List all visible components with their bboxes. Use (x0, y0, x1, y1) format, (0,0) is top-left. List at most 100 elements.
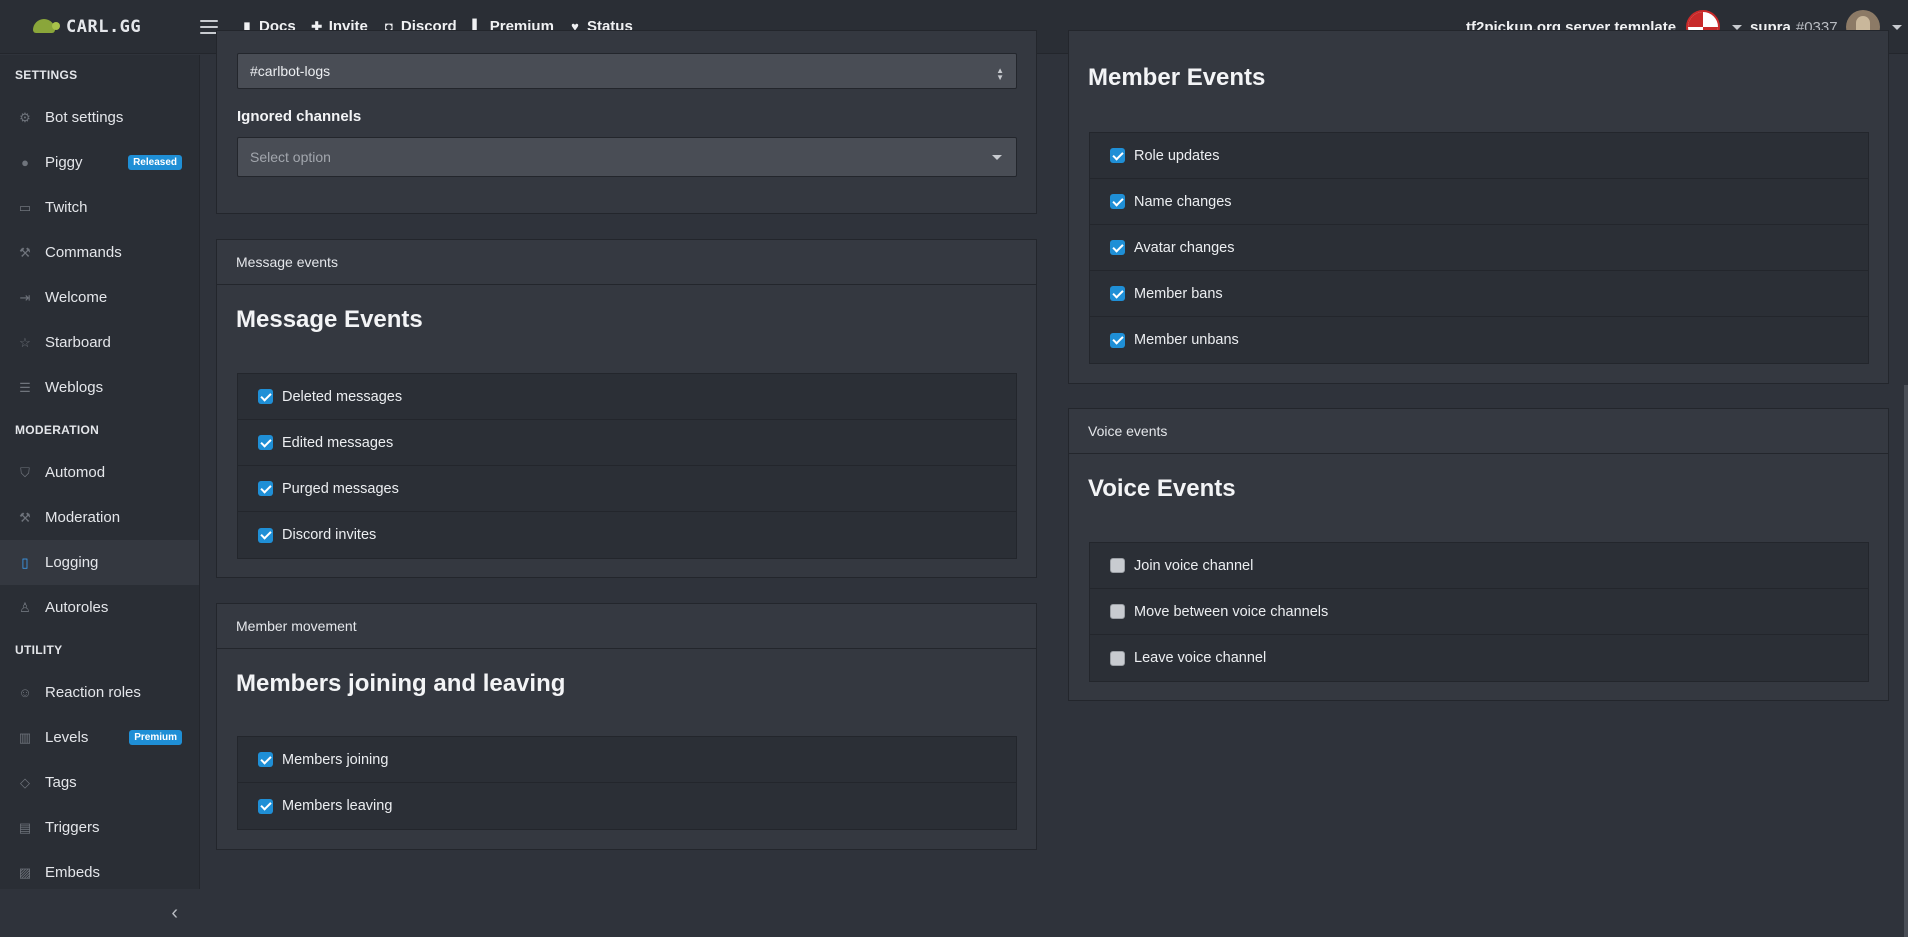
released-badge: Released (128, 155, 182, 170)
user-icon: ♙ (19, 599, 31, 615)
sidebar-item-label: Starboard (45, 334, 111, 351)
gear-icon: ⚙ (19, 109, 31, 125)
message-events-list: Deleted messages Edited messages Purged … (237, 373, 1017, 559)
ignored-channels-placeholder: Select option (250, 149, 331, 165)
checkbox-label: Members joining (282, 751, 389, 768)
member-events-list: Role updates Name changes Avatar changes… (1089, 132, 1869, 364)
panel-title: Message Events (236, 306, 423, 333)
logo-text: CARL.GG (66, 16, 142, 37)
checkbox-checked-icon (258, 527, 273, 543)
checkbox-label: Join voice channel (1134, 557, 1254, 574)
premium-badge: Premium (129, 730, 182, 745)
sign-in-icon: ⇥ (19, 289, 31, 305)
checkbox-unchecked-icon (1110, 604, 1125, 619)
sidebar-item-reaction-roles[interactable]: ☺ Reaction roles (0, 670, 199, 715)
panel-title: Voice Events (1088, 475, 1236, 502)
sidebar-item-automod[interactable]: ⛉ Automod (0, 450, 199, 495)
checkbox-deleted-messages[interactable]: Deleted messages (238, 374, 1016, 420)
sidebar-item-twitch[interactable]: ▭ Twitch (0, 185, 199, 230)
wrench-icon: ⚒ (19, 244, 31, 260)
comment-icon: ▤ (18, 819, 32, 835)
checkbox-label: Avatar changes (1134, 239, 1235, 256)
checkbox-avatar-changes[interactable]: Avatar changes (1090, 225, 1868, 271)
log-channel-value: #carlbot-logs (250, 63, 331, 79)
voice-events-panel: Voice events Voice Events Join voice cha… (1068, 408, 1889, 701)
checkbox-members-leaving[interactable]: Members leaving (238, 783, 1016, 829)
checkbox-label: Discord invites (282, 527, 377, 543)
checkbox-label: Role updates (1134, 147, 1220, 164)
checkbox-member-unbans[interactable]: Member unbans (1090, 317, 1868, 363)
message-events-panel: Message events Message Events Deleted me… (216, 239, 1037, 578)
shield-icon: ⛉ (20, 464, 30, 480)
sidebar-item-commands[interactable]: ⚒ Commands (0, 230, 199, 275)
chevron-down-icon (1732, 24, 1743, 30)
checkbox-label: Leave voice channel (1134, 650, 1267, 666)
checkbox-label: Member unbans (1134, 332, 1239, 348)
checkbox-checked-icon (1110, 240, 1125, 255)
checkbox-members-joining[interactable]: Members joining (238, 737, 1016, 783)
sidebar-item-label: Tags (45, 774, 77, 791)
checkbox-label: Move between voice channels (1134, 603, 1329, 620)
panel-header: Voice events (1069, 409, 1888, 454)
sort-arrows-icon: ▲ ▼ (996, 66, 1004, 82)
sidebar-item-label: Weblogs (45, 379, 104, 396)
twitch-icon: ▭ (18, 199, 32, 215)
checkbox-checked-icon (1110, 332, 1125, 348)
chevron-down-icon (1891, 24, 1902, 30)
sidebar: SETTINGS ⚙ Bot settings ● Piggy Released ▭ T… (0, 55, 200, 937)
piggy-bank-icon: ● (21, 155, 29, 170)
sidebar-section-settings: SETTINGS (15, 68, 78, 82)
carl-logo[interactable]: CARL.GG (30, 17, 160, 37)
checkbox-checked-icon (258, 435, 273, 450)
book-icon: ▯ (21, 554, 29, 570)
checkbox-label: Members leaving (282, 798, 393, 814)
sidebar-section-moderation: MODERATION (15, 423, 100, 437)
sidebar-item-bot-settings[interactable]: ⚙ Bot settings (0, 95, 199, 140)
sidebar-item-moderation[interactable]: ⚒ Moderation (0, 495, 199, 540)
sidebar-item-tags[interactable]: ◇ Tags (0, 760, 199, 805)
checkbox-join-voice-channel[interactable]: Join voice channel (1090, 543, 1868, 589)
checkbox-checked-icon (258, 752, 273, 767)
checkbox-discord-invites[interactable]: Discord invites (238, 512, 1016, 558)
bar-chart-icon: ▥ (18, 729, 32, 745)
checkbox-purged-messages[interactable]: Purged messages (238, 466, 1016, 512)
collapse-sidebar-button[interactable]: ‹ (0, 889, 200, 937)
log-channel-select[interactable]: #carlbot-logs ▲ ▼ (237, 53, 1017, 89)
panel-header: Message events (217, 240, 1036, 285)
checkbox-label: Edited messages (282, 434, 394, 451)
sidebar-item-label: Bot settings (45, 109, 124, 126)
checkbox-role-updates[interactable]: Role updates (1090, 133, 1868, 179)
sidebar-item-label: Embeds (45, 864, 101, 881)
sidebar-item-levels[interactable]: ▥ Levels Premium (0, 715, 199, 760)
sidebar-item-piggy[interactable]: ● Piggy Released (0, 140, 199, 185)
sidebar-item-logging[interactable]: ▯ Logging (0, 540, 199, 585)
page-scrollbar[interactable] (1904, 385, 1908, 937)
checkbox-label: Purged messages (282, 480, 399, 497)
smile-icon: ☺ (18, 685, 32, 700)
checkbox-label: Name changes (1134, 193, 1232, 210)
panel-title: Member Events (1088, 64, 1266, 91)
checkbox-edited-messages[interactable]: Edited messages (238, 420, 1016, 466)
checkbox-unchecked-icon (1110, 558, 1125, 573)
checkbox-move-between-voice-channels[interactable]: Move between voice channels (1090, 589, 1868, 635)
checkbox-member-bans[interactable]: Member bans (1090, 271, 1868, 317)
checkbox-name-changes[interactable]: Name changes (1090, 179, 1868, 225)
sidebar-item-label: Automod (45, 464, 106, 481)
sidebar-item-triggers[interactable]: ▤ Triggers (0, 805, 199, 850)
checkbox-leave-voice-channel[interactable]: Leave voice channel (1090, 635, 1868, 681)
checkbox-checked-icon (258, 798, 273, 814)
sidebar-item-embeds[interactable]: ▨ Embeds (0, 850, 199, 889)
sidebar-item-starboard[interactable]: ☆ Starboard (0, 320, 199, 365)
sidebar-item-weblogs[interactable]: ☰ Weblogs (0, 365, 199, 410)
log-channel-panel: #carlbot-logs ▲ ▼ Ignored channels Select… (216, 30, 1037, 214)
sidebar-item-label: Moderation (45, 509, 121, 526)
turtle-logo-icon (30, 17, 60, 37)
checkbox-checked-icon (258, 481, 273, 496)
member-movement-list: Members joining Members leaving (237, 736, 1017, 830)
checkbox-label: Member bans (1134, 285, 1223, 302)
sidebar-item-autoroles[interactable]: ♙ Autoroles (0, 585, 199, 630)
image-icon: ▨ (18, 864, 32, 880)
sidebar-item-welcome[interactable]: ⇥ Welcome (0, 275, 199, 320)
ignored-channels-select[interactable]: Select option (237, 137, 1017, 177)
sidebar-item-label: Commands (45, 244, 122, 261)
